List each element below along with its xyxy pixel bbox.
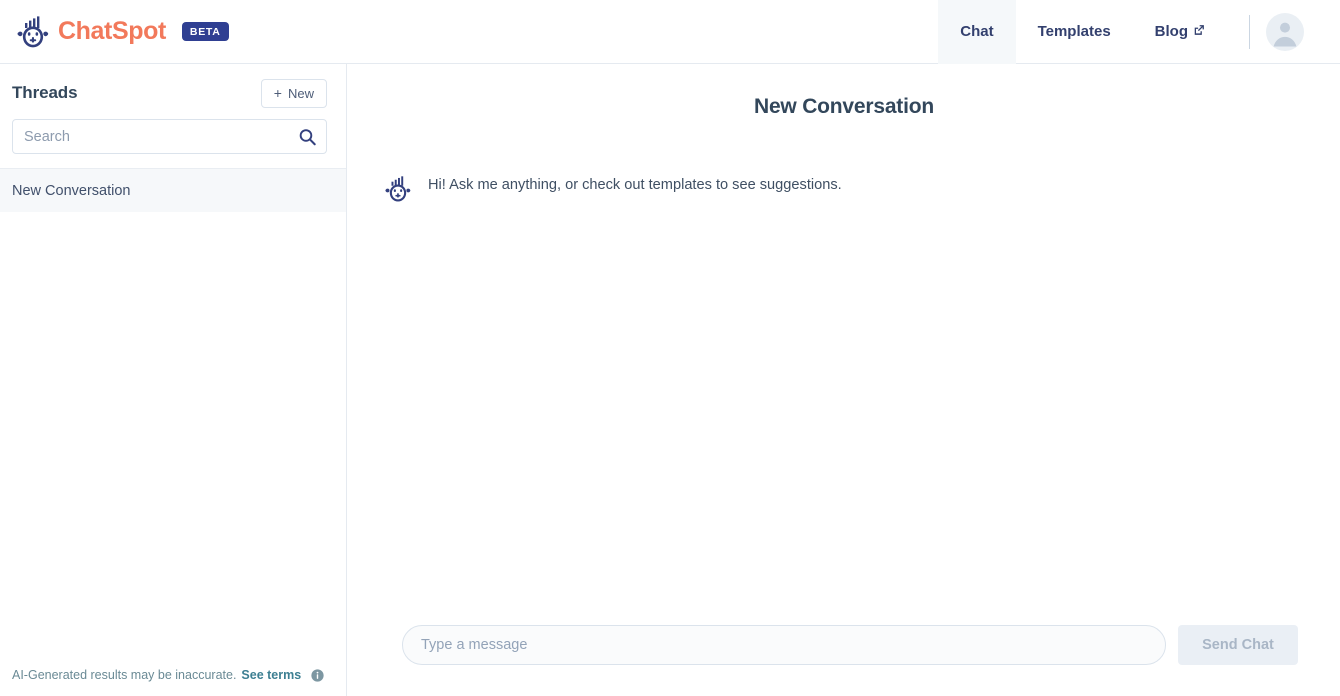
search-input[interactable] — [13, 120, 326, 153]
external-link-icon — [1194, 25, 1204, 35]
beta-badge: BETA — [181, 21, 229, 42]
nav-tab-templates[interactable]: Templates — [1016, 0, 1133, 64]
thread-list-item[interactable]: New Conversation — [0, 169, 346, 212]
nav-tab-blog[interactable]: Blog — [1133, 0, 1227, 64]
search-icon[interactable] — [298, 127, 317, 146]
brand-name: ChatSpot — [58, 17, 166, 45]
nav-tab-templates-label: Templates — [1037, 23, 1111, 40]
info-circle-icon[interactable] — [311, 668, 324, 682]
threads-title: Threads — [12, 83, 78, 102]
conversation-title: New Conversation — [753, 95, 934, 118]
brand-logo[interactable]: ChatSpot BETA — [16, 15, 229, 48]
new-thread-button-label: New — [287, 85, 314, 101]
nav-tab-chat-label: Chat — [960, 23, 994, 40]
thread-list-item-label: New Conversation — [12, 182, 131, 199]
chat-message: Hi! Ask me anything, or check out templa… — [348, 119, 1340, 202]
message-input[interactable] — [402, 625, 1166, 665]
user-avatar[interactable] — [1266, 12, 1304, 51]
search-magnifier-icon — [299, 128, 316, 145]
search-box — [12, 119, 327, 154]
nav-links-group: Chat Templates Blog — [938, 0, 1340, 64]
chat-main-panel: New Conversation Hi! Ask me anything, or… — [348, 64, 1340, 696]
top-navigation-bar: ChatSpot BETA Chat Templates Blog — [0, 0, 1340, 64]
nav-divider — [1249, 14, 1250, 49]
nav-tab-chat[interactable]: Chat — [938, 0, 1016, 64]
chatspot-face-chart-logo-icon — [17, 15, 49, 47]
see-terms-link[interactable]: See terms — [241, 668, 301, 682]
new-thread-button[interactable]: + New — [260, 78, 327, 108]
plus-icon: + — [273, 85, 282, 101]
disclaimer-text: AI-Generated results may be inaccurate. — [12, 668, 237, 682]
sidebar-footer: AI-Generated results may be inaccurate. … — [0, 668, 346, 696]
message-composer: Send Chat — [348, 624, 1340, 696]
chatspot-bot-avatar-icon — [385, 176, 411, 202]
send-chat-button[interactable]: Send Chat — [1178, 625, 1298, 665]
chat-message-text: Hi! Ask me anything, or check out templa… — [428, 177, 842, 193]
threads-sidebar: Threads + New New Conversation AI-Genera… — [0, 64, 347, 696]
threads-header: Threads + New — [0, 64, 346, 108]
nav-tab-blog-label: Blog — [1154, 23, 1188, 40]
info-circle-glyph-icon — [311, 668, 324, 682]
user-avatar-icon — [1273, 22, 1297, 46]
search-section — [0, 108, 346, 169]
thread-list: New Conversation — [0, 169, 346, 212]
